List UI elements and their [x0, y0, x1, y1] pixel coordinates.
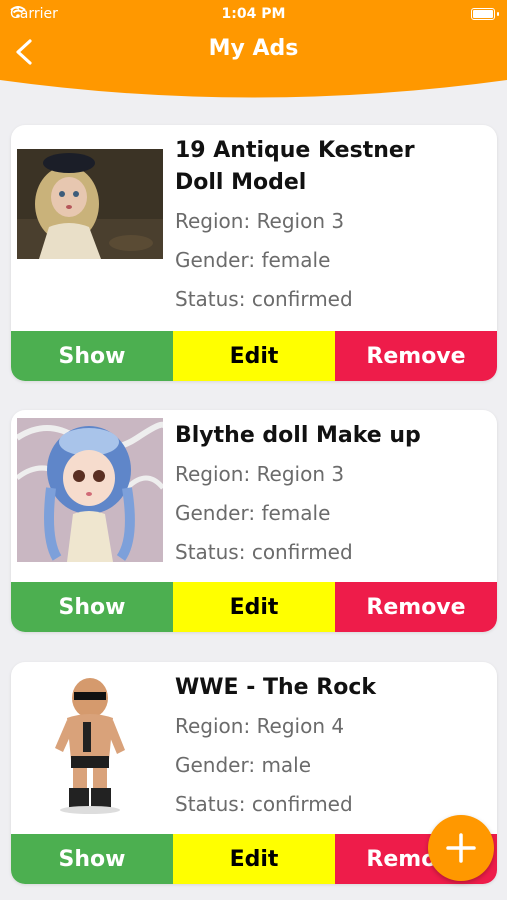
ad-gender: Gender: male — [175, 753, 312, 777]
ad-card: WWE - The Rock Region: Region 4 Gender: … — [11, 662, 497, 884]
ad-card: 19 Antique Kestner Doll Model Region: Re… — [11, 125, 497, 381]
remove-button[interactable]: Remove — [335, 582, 497, 632]
ad-region: Region: Region 3 — [175, 462, 345, 486]
status-bar: Carrier 1:04 PM — [0, 0, 507, 28]
edit-button[interactable]: Edit — [173, 331, 335, 381]
show-button[interactable]: Show — [11, 331, 173, 381]
ad-actions: Show Edit Remove — [11, 834, 497, 884]
ad-title: WWE - The Rock — [175, 675, 376, 700]
ad-status: Status: confirmed — [175, 287, 353, 311]
ad-region: Region: Region 4 — [175, 714, 345, 738]
battery-icon — [471, 8, 499, 20]
app-header: Carrier 1:04 PM My Ads — [0, 0, 507, 100]
plus-icon — [446, 833, 476, 863]
ad-image-antique-doll — [17, 149, 163, 259]
add-ad-button[interactable] — [428, 815, 494, 881]
ad-gender: Gender: female — [175, 501, 331, 525]
remove-button[interactable]: Remove — [335, 331, 497, 381]
ad-card: Blythe doll Make up Region: Region 3 Gen… — [11, 410, 497, 632]
ad-actions: Show Edit Remove — [11, 582, 497, 632]
ad-title: Blythe doll Make up — [175, 423, 421, 448]
ad-gender: Gender: female — [175, 248, 331, 272]
page-title: My Ads — [208, 36, 299, 61]
show-button[interactable]: Show — [11, 834, 173, 884]
ad-status: Status: confirmed — [175, 540, 353, 564]
show-button[interactable]: Show — [11, 582, 173, 632]
ad-region: Region: Region 3 — [175, 209, 345, 233]
ad-title: 19 Antique Kestner Doll Model — [175, 138, 415, 195]
ad-image-blythe-doll — [17, 418, 163, 562]
edit-button[interactable]: Edit — [173, 834, 335, 884]
edit-button[interactable]: Edit — [173, 582, 335, 632]
ad-image-wwe-figure — [17, 668, 163, 814]
ad-actions: Show Edit Remove — [11, 331, 497, 381]
status-time: 1:04 PM — [221, 6, 286, 22]
